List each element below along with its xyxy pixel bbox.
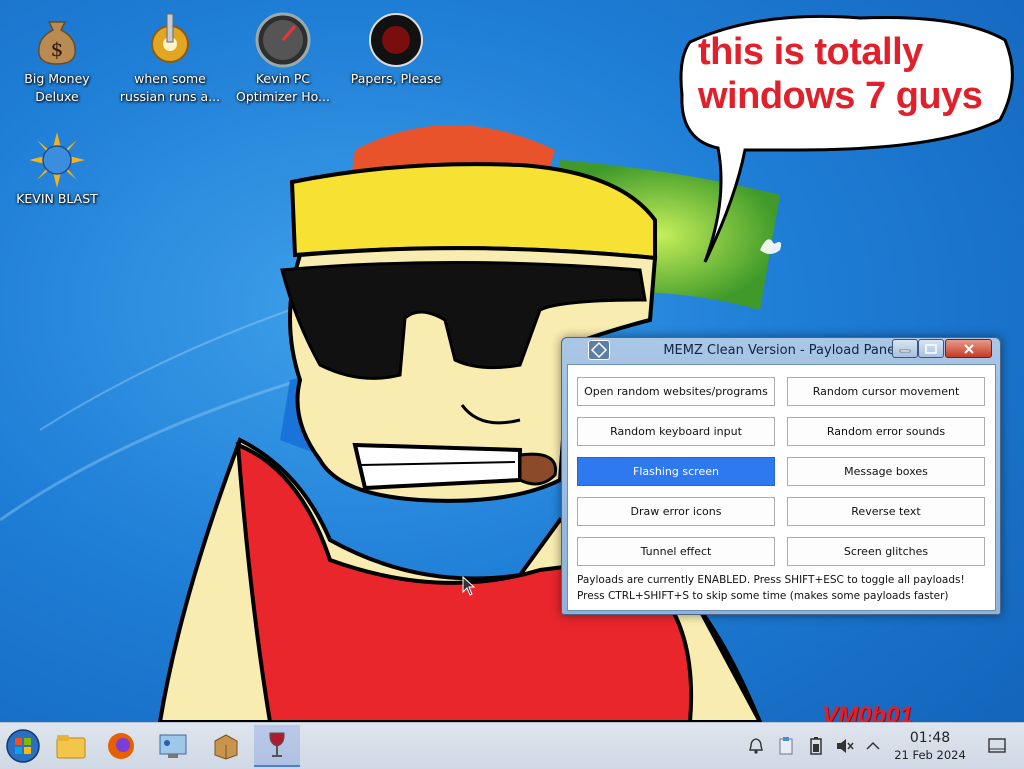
show-desktop-icon bbox=[988, 738, 1006, 753]
show-desktop-button[interactable] bbox=[986, 735, 1008, 757]
desktop-icon-russian[interactable]: when some russian runs a... bbox=[115, 4, 225, 106]
maximize-button[interactable] bbox=[918, 339, 944, 358]
folder-icon bbox=[56, 735, 86, 759]
speech-bubble-text: this is totally windows 7 guys bbox=[698, 30, 998, 118]
mouse-cursor-icon bbox=[462, 576, 476, 596]
money-bag-icon: $ bbox=[38, 21, 76, 65]
payload-button-random-cursor-movement[interactable]: Random cursor movement bbox=[787, 377, 985, 406]
desktop-icon-label: when some bbox=[134, 71, 206, 86]
papers-please-icon bbox=[369, 13, 423, 67]
payload-button-screen-glitches[interactable]: Screen glitches bbox=[787, 537, 985, 566]
window-titlebar[interactable]: MEMZ Clean Version - Payload Panel bbox=[562, 338, 1000, 364]
payload-button-reverse-text[interactable]: Reverse text bbox=[787, 497, 985, 526]
desktop-icon-label: KEVIN BLAST bbox=[16, 191, 98, 206]
sun-globe-icon bbox=[29, 132, 85, 188]
close-button[interactable] bbox=[945, 339, 992, 358]
tray-volume[interactable] bbox=[834, 735, 856, 757]
speech-bubble-line: windows 7 guys bbox=[698, 75, 983, 117]
control-panel-icon bbox=[159, 734, 187, 758]
desktop-icon-label: Kevin PC bbox=[255, 71, 311, 86]
start-orb-icon bbox=[6, 729, 40, 763]
taskbar-firefox[interactable] bbox=[98, 725, 144, 767]
maximize-icon bbox=[925, 343, 937, 354]
notifications-icon bbox=[749, 738, 763, 754]
desktop-icon-papers-please[interactable]: Papers, Please bbox=[341, 4, 451, 88]
payload-button-random-error-sounds[interactable]: Random error sounds bbox=[787, 417, 985, 446]
payload-button-flashing-screen[interactable]: Flashing screen bbox=[577, 457, 775, 486]
close-icon bbox=[963, 343, 974, 354]
tray-battery[interactable] bbox=[805, 735, 827, 757]
taskbar-package-manager[interactable] bbox=[203, 725, 249, 767]
taskbar bbox=[0, 722, 1024, 769]
battery-icon bbox=[810, 737, 822, 755]
firefox-icon bbox=[108, 733, 134, 759]
svg-text:$: $ bbox=[51, 37, 64, 61]
payload-button-draw-error-icons[interactable]: Draw error icons bbox=[577, 497, 775, 526]
desktop-icon-label: russian runs a... bbox=[119, 89, 221, 104]
memz-payload-panel-window[interactable]: MEMZ Clean Version - Payload Panel Open … bbox=[561, 337, 1001, 615]
payload-button-open-random-websites[interactable]: Open random websites/programs bbox=[577, 377, 775, 406]
minimize-button[interactable] bbox=[892, 339, 918, 358]
desktop-icon-label: Big Money bbox=[24, 71, 90, 86]
desktop-icon-label: Deluxe bbox=[35, 89, 79, 104]
package-icon bbox=[214, 734, 238, 760]
payload-button-random-keyboard-input[interactable]: Random keyboard input bbox=[577, 417, 775, 446]
minimize-icon bbox=[899, 349, 911, 352]
payload-button-message-boxes[interactable]: Message boxes bbox=[787, 457, 985, 486]
taskbar-wine[interactable] bbox=[254, 725, 300, 767]
tray-clipboard[interactable] bbox=[775, 735, 797, 757]
status-text: Payloads are currently ENABLED. Press SH… bbox=[577, 574, 965, 586]
taskbar-file-manager[interactable] bbox=[48, 725, 94, 767]
clock-date[interactable]: 21 Feb 2024 bbox=[882, 748, 978, 762]
desktop-icon-label: Optimizer Ho... bbox=[236, 89, 330, 104]
clock-time[interactable]: 01:48 bbox=[882, 730, 978, 746]
desktop-icon-label: Papers, Please bbox=[350, 71, 442, 86]
status-text: Press CTRL+SHIFT+S to skip some time (ma… bbox=[577, 590, 949, 602]
tray-notifications[interactable] bbox=[745, 735, 767, 757]
start-button[interactable] bbox=[0, 725, 46, 767]
desktop-icon-kevin-pc-optimizer[interactable]: Kevin PC Optimizer Ho... bbox=[228, 4, 338, 106]
tray-expand[interactable] bbox=[862, 735, 884, 757]
wine-icon bbox=[269, 732, 285, 757]
speech-bubble-line: this is totally bbox=[698, 31, 923, 73]
desktop-icon-kevin-blast[interactable]: KEVIN BLAST bbox=[2, 124, 112, 208]
payload-panel-client: Open random websites/programs Random cur… bbox=[567, 364, 996, 611]
clipboard-icon bbox=[779, 737, 793, 755]
desktop-icon-big-money-deluxe[interactable]: $ Big Money Deluxe bbox=[2, 4, 112, 106]
speedometer-icon bbox=[255, 12, 311, 68]
volume-muted-icon bbox=[837, 739, 854, 753]
chevron-up-icon bbox=[866, 741, 880, 750]
gear-icon bbox=[151, 13, 189, 63]
taskbar-control-panel[interactable] bbox=[150, 725, 196, 767]
payload-button-tunnel-effect[interactable]: Tunnel effect bbox=[577, 537, 775, 566]
